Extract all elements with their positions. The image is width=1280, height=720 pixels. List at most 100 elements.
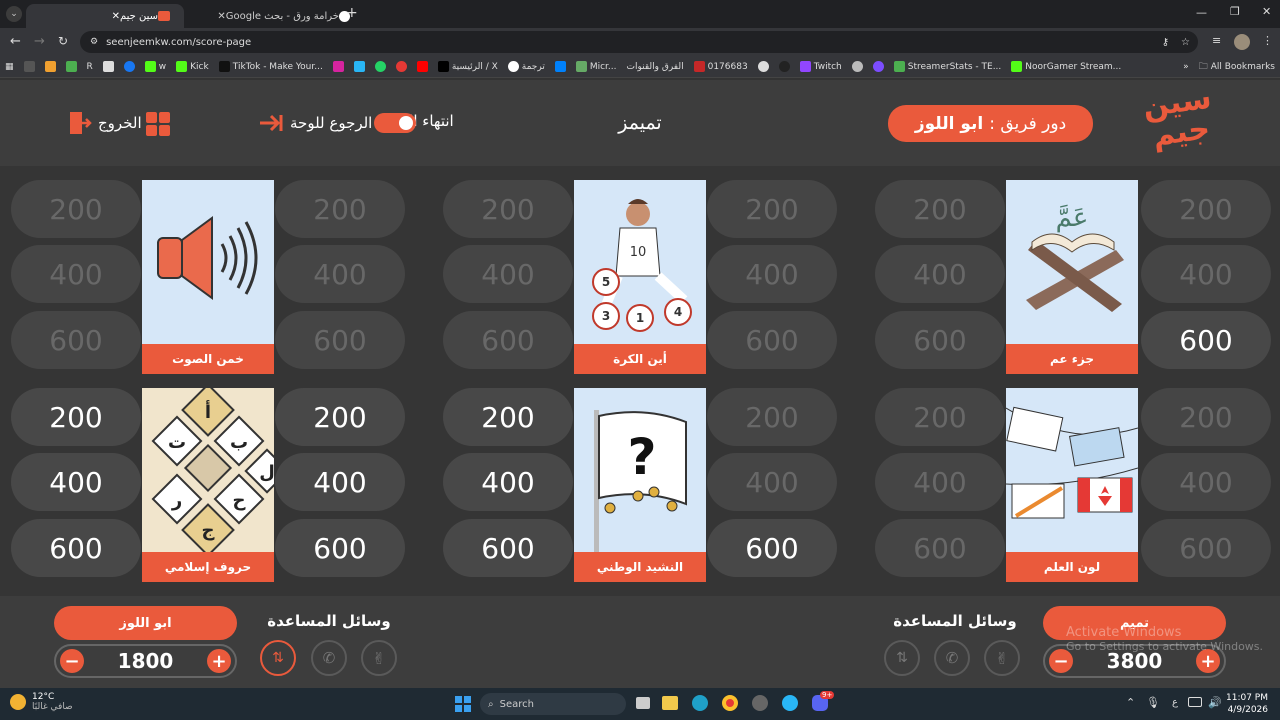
taskbar-search[interactable]: ⌕ Search bbox=[480, 693, 626, 715]
aid-swap-button[interactable]: ⇅ bbox=[260, 640, 296, 676]
points-button[interactable]: 200 bbox=[11, 388, 141, 446]
bookmark-icon[interactable] bbox=[757, 61, 769, 72]
points-button[interactable]: 400 bbox=[875, 245, 1005, 303]
points-button[interactable]: 600 bbox=[1141, 311, 1271, 369]
points-button[interactable]: 400 bbox=[443, 453, 573, 511]
bookmark-icon[interactable] bbox=[851, 61, 863, 72]
bookmark-icon[interactable] bbox=[23, 61, 35, 72]
instagram-icon[interactable] bbox=[332, 61, 344, 72]
task-view-icon[interactable] bbox=[636, 697, 650, 709]
team-name-button[interactable]: ابو اللوز bbox=[54, 606, 237, 640]
points-button[interactable]: 400 bbox=[443, 245, 573, 303]
bookmark-tiktok[interactable]: TikTok - Make Your... bbox=[218, 61, 323, 72]
points-button[interactable]: 600 bbox=[443, 311, 573, 369]
points-button[interactable]: 400 bbox=[1141, 453, 1271, 511]
points-button[interactable]: 200 bbox=[275, 180, 405, 238]
file-explorer-icon[interactable] bbox=[662, 696, 678, 710]
weather-widget[interactable]: 12°C صافي غالبًا bbox=[10, 692, 73, 712]
bookmark-x[interactable]: الرئيسية / X bbox=[437, 61, 498, 72]
points-button[interactable]: 200 bbox=[275, 388, 405, 446]
microphone-icon[interactable]: 🎙 bbox=[1146, 696, 1160, 709]
points-button[interactable]: 200 bbox=[443, 180, 573, 238]
app-icon[interactable] bbox=[782, 695, 798, 711]
youtube-icon[interactable] bbox=[416, 61, 428, 72]
tray-chevron-icon[interactable]: ⌃ bbox=[1126, 696, 1135, 709]
start-button[interactable] bbox=[455, 696, 471, 712]
points-button[interactable]: 200 bbox=[1141, 180, 1271, 238]
points-button[interactable]: 600 bbox=[1141, 519, 1271, 577]
bookmark-teams[interactable]: الفرق والقنوات bbox=[627, 62, 684, 72]
tab-google[interactable]: ✕ خرامة ورق - بحث Google bbox=[186, 4, 364, 28]
aid-two-answers-button[interactable]: ✌ bbox=[361, 640, 397, 676]
points-button[interactable]: 600 bbox=[443, 519, 573, 577]
site-info-icon[interactable]: ⚙ bbox=[90, 37, 98, 47]
bookmark-twitch[interactable]: Twitch bbox=[799, 61, 842, 72]
profile-avatar[interactable] bbox=[1234, 34, 1250, 50]
bookmark-translate[interactable]: ترجمة bbox=[507, 61, 545, 72]
reading-list-icon[interactable]: ≡ bbox=[1212, 34, 1221, 47]
bookmark-noorgamer[interactable]: NoorGamer Stream... bbox=[1011, 61, 1121, 72]
points-button[interactable]: 600 bbox=[11, 311, 141, 369]
bookmark-w[interactable]: w bbox=[144, 61, 166, 72]
close-window-button[interactable]: ✕ bbox=[1262, 5, 1271, 18]
tab-close-icon[interactable]: ✕ bbox=[112, 11, 120, 22]
reload-button[interactable]: ↻ bbox=[58, 34, 68, 48]
bookmark-icon[interactable] bbox=[44, 61, 56, 72]
bookmark-streamerstats[interactable]: StreamerStats - TE... bbox=[893, 61, 1001, 72]
site-logo[interactable]: سين جيم bbox=[1136, 81, 1225, 163]
yahoo-icon[interactable] bbox=[395, 61, 407, 72]
edge-icon[interactable] bbox=[692, 695, 708, 711]
points-button[interactable]: 200 bbox=[707, 180, 837, 238]
volume-icon[interactable]: 🔊 bbox=[1208, 696, 1222, 709]
tab-active[interactable]: ✕ سين جيم bbox=[26, 4, 184, 28]
aid-two-answers-button[interactable]: ✌ bbox=[984, 640, 1020, 676]
bookmark-icon[interactable] bbox=[778, 61, 790, 72]
score-minus-button[interactable]: − bbox=[60, 649, 84, 673]
points-button[interactable]: 200 bbox=[875, 180, 1005, 238]
bookmark-icon[interactable] bbox=[872, 61, 884, 72]
maximize-button[interactable]: ❐ bbox=[1230, 5, 1240, 18]
score-plus-button[interactable]: + bbox=[206, 649, 231, 673]
menu-dots-icon[interactable]: ⋮ bbox=[1262, 34, 1273, 47]
end-game-toggle[interactable] bbox=[374, 113, 416, 133]
points-button[interactable]: 400 bbox=[275, 453, 405, 511]
bookmark-icon[interactable] bbox=[65, 61, 77, 72]
points-button[interactable]: 400 bbox=[875, 453, 1005, 511]
bookmark-r[interactable]: R bbox=[87, 62, 93, 72]
points-button[interactable]: 200 bbox=[1141, 388, 1271, 446]
bookmark-icon[interactable] bbox=[353, 61, 365, 72]
whatsapp-icon[interactable] bbox=[374, 61, 386, 72]
bookmark-kick[interactable]: Kick bbox=[176, 61, 209, 72]
aid-swap-button[interactable]: ⇅ bbox=[884, 640, 920, 676]
back-to-board-button[interactable]: الرجوع للوحة bbox=[258, 112, 372, 134]
board-grid-icon[interactable] bbox=[146, 112, 170, 136]
network-icon[interactable] bbox=[1188, 697, 1202, 707]
points-button[interactable]: 200 bbox=[707, 388, 837, 446]
chrome-icon[interactable] bbox=[722, 695, 738, 711]
facebook-icon[interactable] bbox=[123, 61, 135, 72]
back-button[interactable]: ← bbox=[10, 34, 21, 49]
language-indicator[interactable]: ع bbox=[1172, 697, 1178, 708]
all-bookmarks-folder[interactable]: 🗀 All Bookmarks bbox=[1199, 59, 1275, 75]
aid-call-button[interactable]: ✆ bbox=[311, 640, 347, 676]
forward-button[interactable]: → bbox=[34, 34, 45, 49]
bookmark-star-icon[interactable]: ☆ bbox=[1181, 37, 1190, 48]
points-button[interactable]: 400 bbox=[1141, 245, 1271, 303]
points-button[interactable]: 600 bbox=[11, 519, 141, 577]
points-button[interactable]: 600 bbox=[875, 519, 1005, 577]
points-button[interactable]: 200 bbox=[443, 388, 573, 446]
points-button[interactable]: 200 bbox=[875, 388, 1005, 446]
points-button[interactable]: 400 bbox=[11, 453, 141, 511]
points-button[interactable]: 600 bbox=[707, 311, 837, 369]
bookmark-icon[interactable] bbox=[102, 61, 114, 72]
points-button[interactable]: 400 bbox=[707, 245, 837, 303]
points-button[interactable]: 200 bbox=[11, 180, 141, 238]
points-button[interactable]: 600 bbox=[875, 311, 1005, 369]
address-bar[interactable]: ⚙ seenjeemkw.com/score-page ⚷ ☆ bbox=[80, 31, 1198, 53]
password-key-icon[interactable]: ⚷ bbox=[1162, 37, 1169, 48]
points-button[interactable]: 600 bbox=[275, 519, 405, 577]
meta-icon[interactable] bbox=[554, 61, 566, 72]
app-icon[interactable] bbox=[752, 695, 768, 711]
exit-button[interactable]: الخروج bbox=[68, 110, 142, 136]
bookmark-number[interactable]: 0176683 bbox=[693, 61, 748, 72]
